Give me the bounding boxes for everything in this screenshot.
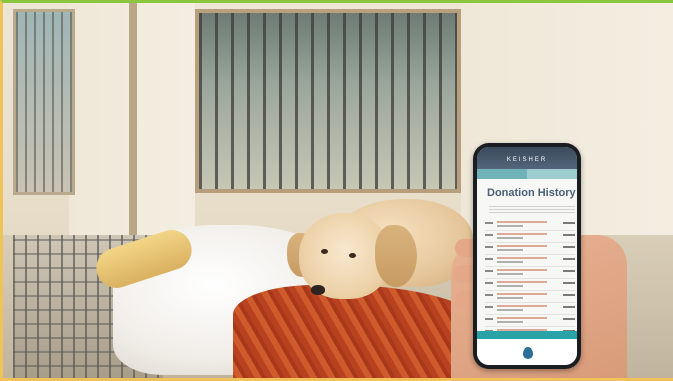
phone-screen: KEISHER Donation History <box>477 147 577 365</box>
list-item[interactable] <box>485 315 575 327</box>
puppy-nose <box>311 285 325 295</box>
app-tab-2[interactable] <box>527 169 577 179</box>
list-item[interactable] <box>485 231 575 243</box>
kennel-center <box>195 9 461 193</box>
kennel-left <box>13 9 75 195</box>
smartphone: KEISHER Donation History <box>473 143 581 369</box>
app-header: KEISHER <box>477 147 577 169</box>
list-item[interactable] <box>485 219 575 231</box>
kennel-post <box>129 3 137 235</box>
list-item[interactable] <box>485 255 575 267</box>
photo-frame: KEISHER Donation History <box>0 0 673 381</box>
list-item[interactable] <box>485 267 575 279</box>
puppy-eye-left <box>321 249 328 254</box>
drop-logo-icon[interactable] <box>523 347 533 359</box>
puppy-ear-right <box>375 225 417 287</box>
list-item[interactable] <box>485 291 575 303</box>
app-name: KEISHER <box>506 157 548 163</box>
list-item[interactable] <box>485 279 575 291</box>
screen-title: Donation History <box>487 187 576 199</box>
app-footer-bar <box>477 331 577 339</box>
list-item[interactable] <box>485 303 575 315</box>
puppy-eye-right <box>349 253 356 258</box>
screen-description <box>489 205 575 213</box>
list-item[interactable] <box>485 243 575 255</box>
app-bottom-nav <box>477 339 577 365</box>
app-tabs <box>477 169 577 179</box>
app-tab-1[interactable] <box>477 169 527 179</box>
donation-list <box>485 219 575 339</box>
